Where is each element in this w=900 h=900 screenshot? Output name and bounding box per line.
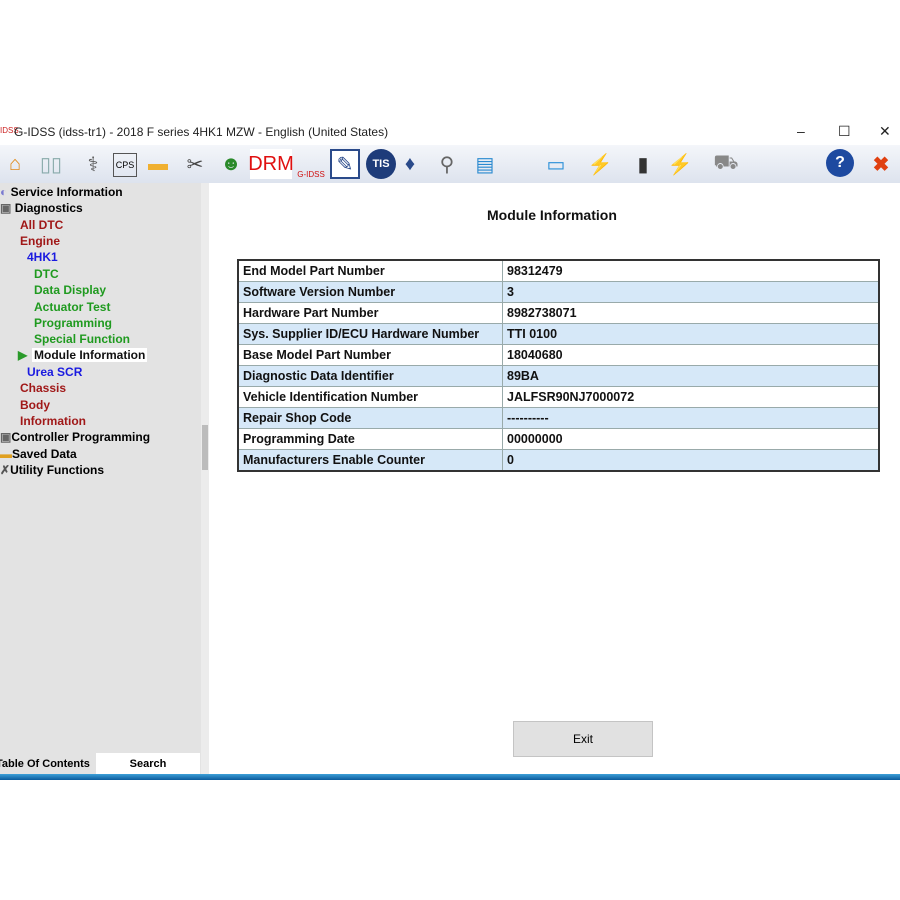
truck-icon: ⛟ — [713, 151, 739, 174]
help-icon[interactable]: ? — [826, 149, 854, 177]
lightning-icon: ⚡ — [667, 153, 693, 176]
tree-saved-data[interactable]: ▬Saved Data — [0, 447, 77, 461]
cell-value: 0 — [502, 449, 880, 472]
cell-value: TTI 0100 — [502, 323, 880, 345]
tree-utility-functions[interactable]: ✗Utility Functions — [0, 463, 104, 477]
window-title: G-IDSS (idss-tr1) - 2018 F series 4HK1 M… — [14, 125, 389, 139]
tools-icon[interactable]: ✂ — [180, 149, 210, 179]
close-button[interactable]: ✕ — [879, 123, 891, 140]
table-row: Base Model Part Number 18040680 — [237, 344, 880, 366]
search-icon[interactable]: ⚲ — [432, 149, 462, 179]
cell-label: Software Version Number — [237, 281, 503, 303]
minimize-button[interactable]: – — [797, 123, 805, 139]
tree-module-information[interactable]: Module Information — [32, 348, 148, 362]
tree-label: Service Information — [10, 185, 123, 199]
tree-diagnostics[interactable]: ▣ Diagnostics — [0, 201, 83, 215]
cell-label: Base Model Part Number — [237, 344, 503, 366]
selected-arrow-icon: ▶ — [18, 348, 28, 362]
splitter-grip[interactable] — [202, 425, 208, 470]
tree-label: Diagnostics — [14, 201, 83, 215]
tree-data-display[interactable]: Data Display — [34, 283, 106, 297]
cell-value: ---------- — [502, 407, 880, 429]
printer-icon[interactable]: ▤ — [470, 149, 500, 179]
health-check-icon[interactable]: ✎ — [330, 149, 360, 179]
table-row: Vehicle Identification Number JALFSR90NJ7… — [237, 386, 880, 408]
module-information-table: End Model Part Number 98312479 Software Ve… — [237, 259, 880, 472]
tree-information[interactable]: Information — [20, 414, 86, 428]
table-row: Sys. Supplier ID/ECU Hardware Number TTI … — [237, 323, 880, 345]
table-of-contents-tree: ◐ Service Information ▣ Diagnostics All … — [0, 183, 201, 753]
cell-label: Vehicle Identification Number — [237, 386, 503, 408]
cell-value: 3 — [502, 281, 880, 303]
table-row: End Model Part Number 98312479 — [237, 259, 880, 282]
cell-value: JALFSR90NJ7000072 — [502, 386, 880, 408]
tab-search[interactable]: Search — [96, 753, 200, 775]
title-bar: IDSS G-IDSS (idss-tr1) - 2018 F series 4… — [0, 120, 900, 144]
diagnostic-truck-icon[interactable]: ⚕ — [78, 149, 108, 179]
table-row: Programming Date 00000000 — [237, 428, 880, 450]
lightning-icon: ⚡ — [587, 153, 613, 176]
table-row: Hardware Part Number 8982738071 — [237, 302, 880, 324]
cell-value: 98312479 — [502, 259, 880, 282]
gidss-icon[interactable]: G-IDSS — [296, 149, 326, 179]
splitter[interactable] — [201, 183, 209, 775]
tree-service-information[interactable]: ◐ Service Information — [0, 185, 123, 199]
frog-icon[interactable]: ☻ — [216, 149, 246, 179]
tis-icon[interactable]: TIS — [366, 149, 396, 179]
tree-actuator-test[interactable]: Actuator Test — [34, 300, 110, 314]
tree-special-function[interactable]: Special Function — [34, 332, 130, 346]
tree-chassis[interactable]: Chassis — [20, 381, 66, 395]
cell-label: Repair Shop Code — [237, 407, 503, 429]
tree-dtc[interactable]: DTC — [34, 267, 59, 281]
cell-label: Hardware Part Number — [237, 302, 503, 324]
cell-value: 00000000 — [502, 428, 880, 450]
cell-label: Programming Date — [237, 428, 503, 450]
slider-icon[interactable]: ♦ — [400, 149, 420, 179]
maximize-button[interactable]: ☐ — [838, 123, 851, 140]
folder-icon[interactable]: ▬ — [143, 149, 173, 179]
drm-icon[interactable]: DRM — [248, 149, 294, 179]
cps-icon[interactable]: CPS — [113, 153, 137, 177]
tree-controller-programming[interactable]: ▣Controller Programming — [0, 430, 150, 444]
cell-value: 8982738071 — [502, 302, 880, 324]
cell-label: End Model Part Number — [237, 259, 503, 282]
page-title: Module Information — [487, 207, 617, 223]
tree-body[interactable]: Body — [20, 398, 50, 412]
table-row: Software Version Number 3 — [237, 281, 880, 303]
cell-value: 18040680 — [502, 344, 880, 366]
toolbar: ⌂ ▯▯ ⚕ CPS ▬ ✂ ☻ DRM G-IDSS ✎ TIS ♦ ⚲ ▤ … — [0, 145, 900, 184]
table-row: Manufacturers Enable Counter 0 — [237, 449, 880, 472]
tree-label: Utility Functions — [10, 463, 105, 477]
tree-4hk1[interactable]: 4HK1 — [27, 250, 58, 264]
cell-label: Diagnostic Data Identifier — [237, 365, 503, 387]
sidebar-tabs: Table Of Contents Search — [0, 753, 201, 775]
tree-urea-scr[interactable]: Urea SCR — [27, 365, 82, 379]
tree-engine[interactable]: Engine — [20, 234, 60, 248]
tree-label: Saved Data — [12, 447, 77, 461]
tree-all-dtc[interactable]: All DTC — [20, 218, 63, 232]
tree-programming[interactable]: Programming — [34, 316, 112, 330]
book-icon[interactable]: ▯▯ — [32, 149, 70, 179]
exit-icon[interactable]: ✖ — [866, 149, 896, 179]
exit-button[interactable]: Exit — [513, 721, 653, 757]
table-row: Repair Shop Code ---------- — [237, 407, 880, 429]
home-icon[interactable]: ⌂ — [0, 149, 30, 179]
cell-label: Sys. Supplier ID/ECU Hardware Number — [237, 323, 503, 345]
tree-label: Controller Programming — [11, 430, 151, 444]
cell-value: 89BA — [502, 365, 880, 387]
laptop-icon: ▭ — [546, 153, 566, 176]
status-bar — [0, 774, 900, 780]
table-row: Diagnostic Data Identifier 89BA — [237, 365, 880, 387]
cell-label: Manufacturers Enable Counter — [237, 449, 503, 472]
tab-table-of-contents[interactable]: Table Of Contents — [0, 753, 92, 775]
vci-device-icon: ▮ — [637, 153, 649, 176]
